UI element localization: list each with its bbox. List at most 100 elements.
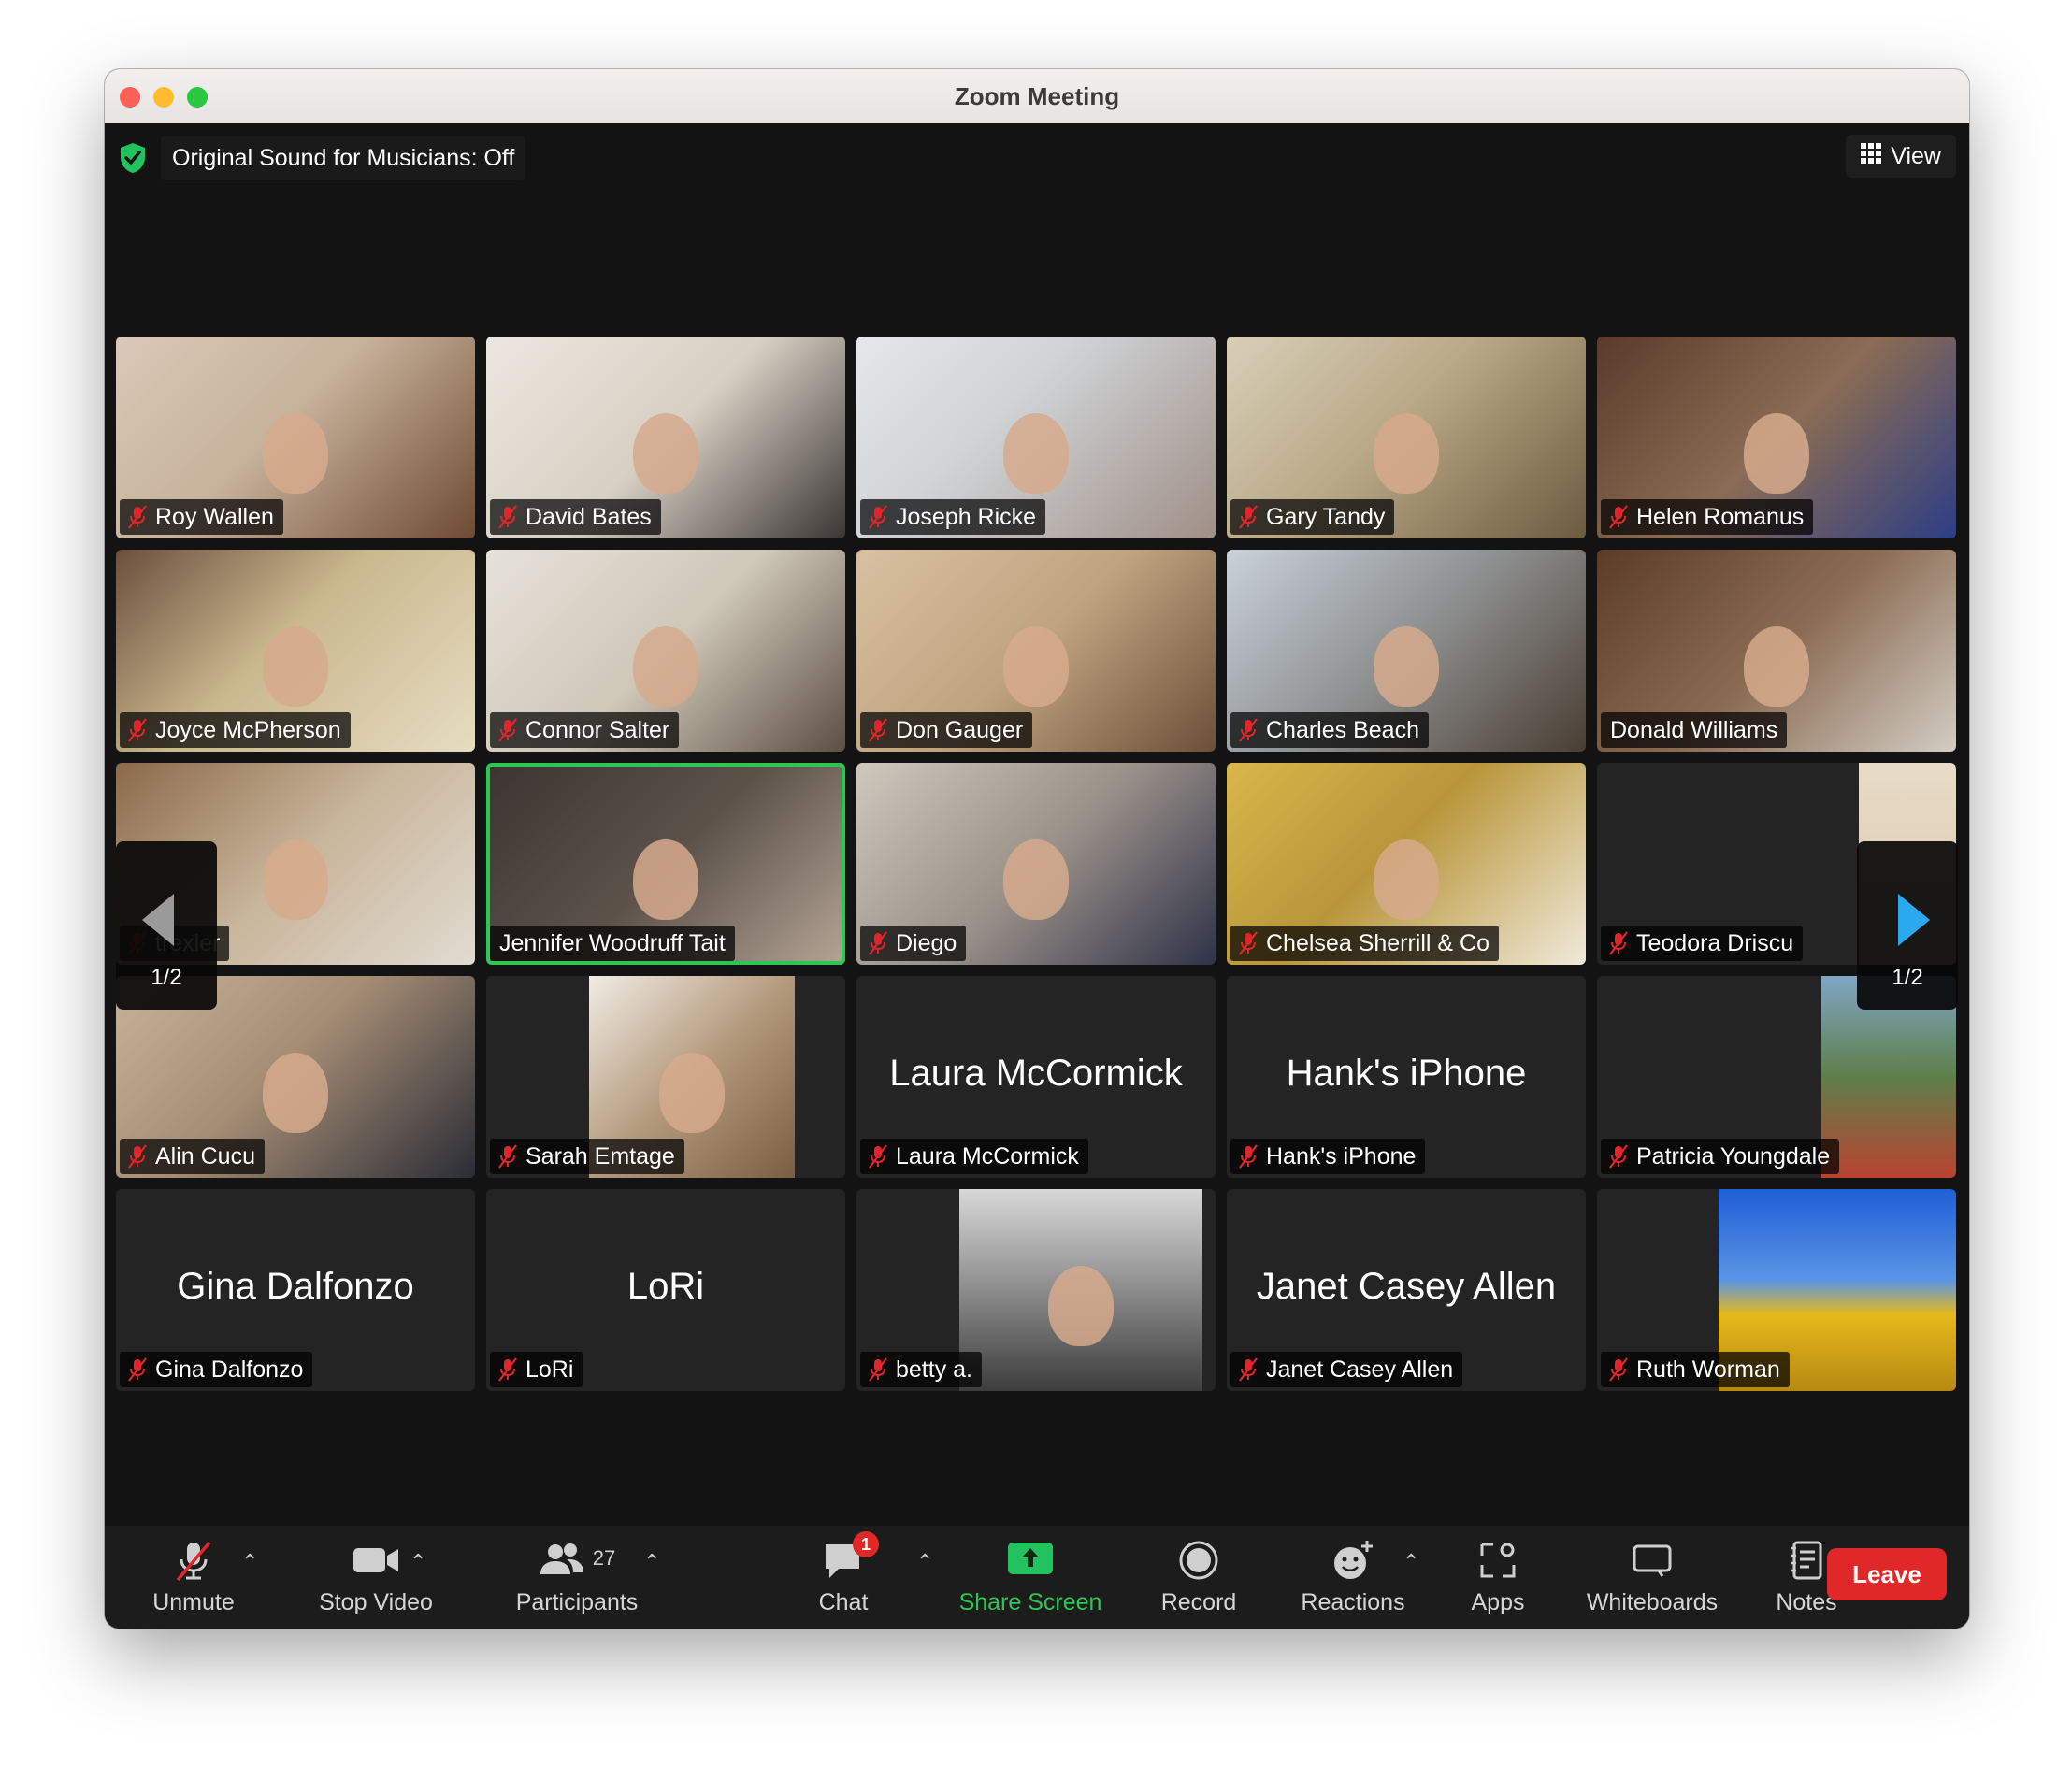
participant-display-name: Hank's iPhone	[1286, 1053, 1527, 1094]
participant-nametag: Charles Beach	[1230, 712, 1429, 748]
muted-mic-icon	[127, 505, 148, 529]
stop-video-button[interactable]: Stop Video	[292, 1526, 460, 1629]
chat-button[interactable]: 1 Chat	[797, 1526, 890, 1629]
whiteboards-label: Whiteboards	[1586, 1589, 1719, 1615]
shield-check-icon[interactable]	[116, 139, 150, 177]
participant-display-name: Gina Dalfonzo	[177, 1266, 414, 1307]
muted-mic-icon	[1608, 1357, 1629, 1382]
participant-tile[interactable]: LoRi LoRi	[486, 1189, 845, 1391]
participant-name: Helen Romanus	[1636, 503, 1805, 530]
participant-nametag: Gary Tandy	[1230, 499, 1395, 535]
participant-tile[interactable]: Laura McCormick Laura McCormick	[856, 976, 1216, 1178]
participant-tile[interactable]: Roy Wallen	[116, 337, 475, 538]
previous-page-button[interactable]: 1/2	[116, 841, 217, 1010]
participant-tile[interactable]: Connor Salter	[486, 550, 845, 752]
reactions-options-caret-icon[interactable]: ⌃	[1403, 1550, 1419, 1574]
participant-tile[interactable]: Donald Williams	[1597, 550, 1956, 752]
apps-button[interactable]: Apps	[1451, 1526, 1545, 1629]
muted-mic-icon	[868, 931, 888, 955]
stop-video-label: Stop Video	[319, 1589, 433, 1615]
participant-silhouette	[1374, 839, 1439, 921]
participant-silhouette	[659, 1053, 725, 1134]
participant-name: Don Gauger	[896, 716, 1024, 743]
reactions-button[interactable]: Reactions	[1292, 1526, 1414, 1629]
participant-tile[interactable]: Ruth Worman	[1597, 1189, 1956, 1391]
participant-name: Joyce McPherson	[155, 716, 341, 743]
whiteboards-button[interactable]: Whiteboards	[1573, 1526, 1732, 1629]
participant-nametag: Helen Romanus	[1601, 499, 1814, 535]
participants-icon-wrap: 27	[488, 1539, 666, 1582]
zoom-window: Zoom Meeting Original Sound for Musician…	[105, 69, 1969, 1629]
participant-tile[interactable]: Joyce McPherson	[116, 550, 475, 752]
video-camera-icon	[292, 1539, 460, 1582]
chevron-left-icon	[142, 894, 174, 953]
muted-mic-icon	[127, 1144, 148, 1169]
participant-nametag: Teodora Driscu	[1601, 926, 1804, 961]
muted-mic-icon	[1238, 718, 1259, 742]
next-page-button[interactable]: 1/2	[1857, 841, 1958, 1010]
muted-mic-icon	[1238, 1144, 1259, 1169]
participant-name: Jennifer Woodruff Tait	[499, 929, 726, 956]
participant-nametag: Alin Cucu	[120, 1139, 265, 1174]
participant-tile[interactable]: Joseph Ricke	[856, 337, 1216, 538]
participant-nametag: LoRi	[490, 1352, 583, 1387]
audio-options-caret-icon[interactable]: ⌃	[241, 1550, 258, 1574]
participant-silhouette	[1003, 626, 1069, 708]
participant-silhouette	[1374, 413, 1439, 495]
participant-name: Gary Tandy	[1266, 503, 1386, 530]
participant-display-name: Laura McCormick	[889, 1053, 1183, 1094]
view-button[interactable]: View	[1846, 135, 1956, 178]
share-screen-button[interactable]: Share Screen	[937, 1526, 1124, 1629]
participant-tile[interactable]: Charles Beach	[1227, 550, 1586, 752]
participant-tile[interactable]: Gina Dalfonzo Gina Dalfonzo	[116, 1189, 475, 1391]
participant-tile[interactable]: Jennifer Woodruff Tait	[486, 763, 845, 965]
original-sound-status[interactable]: Original Sound for Musicians: Off	[161, 136, 526, 180]
record-button[interactable]: Record	[1143, 1526, 1255, 1629]
participant-tile[interactable]: Don Gauger	[856, 550, 1216, 752]
participant-name: Alin Cucu	[155, 1142, 255, 1169]
participant-tile[interactable]: Janet Casey Allen Janet Casey Allen	[1227, 1189, 1586, 1391]
participant-name: Chelsea Sherrill & Co	[1266, 929, 1489, 956]
participant-name: David Bates	[525, 503, 652, 530]
unmute-button[interactable]: Unmute	[142, 1526, 245, 1629]
participant-nametag: Don Gauger	[860, 712, 1033, 748]
participant-tile[interactable]: Chelsea Sherrill & Co	[1227, 763, 1586, 965]
participants-button[interactable]: 27 Participants	[488, 1526, 666, 1629]
participant-tile[interactable]: Gary Tandy	[1227, 337, 1586, 538]
muted-mic-icon	[497, 1357, 518, 1382]
participant-tile[interactable]: David Bates	[486, 337, 845, 538]
participant-nametag: Patricia Youngdale	[1601, 1139, 1840, 1174]
leave-button[interactable]: Leave	[1827, 1548, 1947, 1600]
participant-name: Diego	[896, 929, 957, 956]
top-info-bar: Original Sound for Musicians: Off	[116, 135, 526, 181]
participant-nametag: Sarah Emtage	[490, 1139, 684, 1174]
participant-nametag: Donald Williams	[1601, 712, 1788, 748]
participant-silhouette	[263, 1053, 328, 1134]
participant-name: Connor Salter	[525, 716, 670, 743]
chat-caret-icon[interactable]: ⌃	[916, 1550, 933, 1574]
muted-mic-icon	[142, 1539, 245, 1582]
participant-tile[interactable]: Helen Romanus	[1597, 337, 1956, 538]
video-options-caret-icon[interactable]: ⌃	[410, 1550, 426, 1574]
muted-mic-icon	[497, 1144, 518, 1169]
participant-silhouette	[1048, 1266, 1114, 1347]
participant-display-name: LoRi	[626, 1266, 705, 1307]
participants-count: 27	[592, 1546, 616, 1570]
participant-tile[interactable]: betty a.	[856, 1189, 1216, 1391]
participant-silhouette	[1003, 413, 1069, 495]
participant-tile[interactable]: Diego	[856, 763, 1216, 965]
muted-mic-icon	[1608, 505, 1629, 529]
chat-unread-badge: 1	[853, 1531, 879, 1557]
participant-nametag: Chelsea Sherrill & Co	[1230, 926, 1499, 961]
participant-name: Laura McCormick	[896, 1142, 1079, 1169]
muted-mic-icon	[127, 718, 148, 742]
participant-silhouette	[633, 839, 698, 921]
muted-mic-icon	[497, 718, 518, 742]
view-label: View	[1891, 142, 1941, 169]
participant-tile[interactable]: Hank's iPhone Hank's iPhone	[1227, 976, 1586, 1178]
participant-nametag: Jennifer Woodruff Tait	[490, 926, 735, 961]
participants-options-caret-icon[interactable]: ⌃	[643, 1550, 660, 1574]
muted-mic-icon	[1608, 931, 1629, 955]
participant-tile[interactable]: Sarah Emtage	[486, 976, 845, 1178]
meeting-area: Original Sound for Musicians: Off View R…	[105, 123, 1969, 1629]
